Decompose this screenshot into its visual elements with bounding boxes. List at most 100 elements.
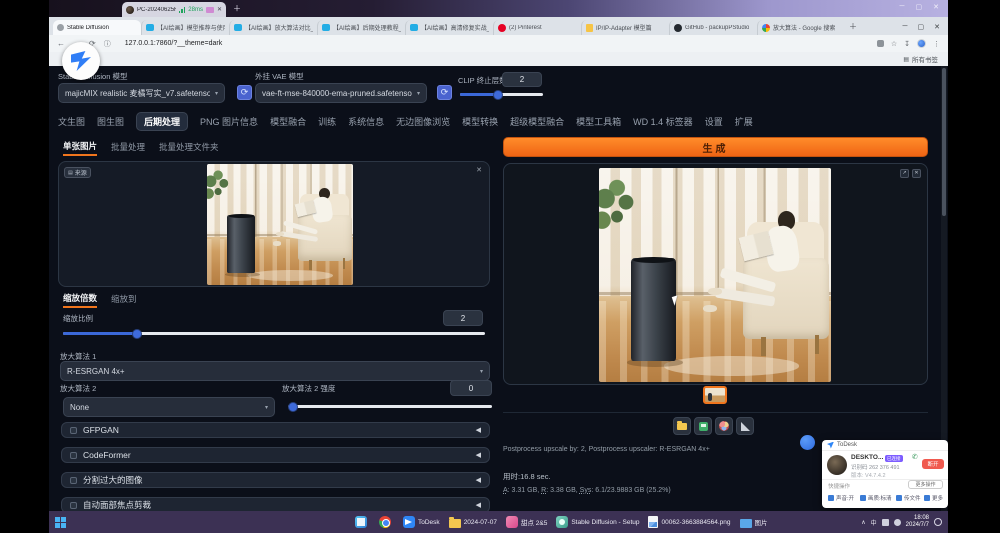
minimize-icon[interactable]: ─ <box>903 23 908 31</box>
browser-tab[interactable]: 【AI绘画】模型推荐与使用_哔哩哔哩 <box>141 20 229 35</box>
fullscreen-icon[interactable]: ↗ <box>900 169 909 178</box>
accordion-auto-face-crop[interactable]: 自动面部焦点剪裁 ◀ <box>61 497 490 511</box>
todesk-quick-quality[interactable]: 画质:标清 <box>860 494 892 502</box>
back-icon[interactable]: ← <box>57 39 65 48</box>
start-button[interactable] <box>55 517 66 528</box>
vae-refresh-button[interactable]: ⟳ <box>437 85 452 100</box>
maximize-icon[interactable]: ▢ <box>918 23 925 31</box>
todesk-quick-more[interactable]: 更多 <box>924 494 943 502</box>
new-tab-button[interactable]: ＋ <box>849 21 857 32</box>
tab-model-convert[interactable]: 模型转换 <box>462 113 498 130</box>
scrollbar-thumb[interactable] <box>942 68 946 216</box>
extensions-icon[interactable] <box>877 40 884 47</box>
tab-extras[interactable]: 后期处理 <box>136 112 188 131</box>
close-icon[interactable]: ✕ <box>934 23 940 31</box>
generate-button[interactable]: 生成 <box>503 137 928 157</box>
taskbar-image-file[interactable]: 00062-3663884564.png <box>648 516 730 528</box>
maximize-icon[interactable]: ▢ <box>916 3 923 11</box>
upscaler2-strength-value[interactable]: 0 <box>450 380 492 396</box>
tab-img2img[interactable]: 图生图 <box>97 113 124 130</box>
tray-expand-icon[interactable]: ∧ <box>861 519 865 526</box>
browser-tab[interactable]: 【AI绘画】高清修复实战_哔哩哔哩 <box>405 20 493 35</box>
new-session-button[interactable]: ＋ <box>233 3 241 14</box>
accordion-split-oversized[interactable]: 分割过大的图像 ◀ <box>61 472 490 488</box>
todesk-disconnect-button[interactable]: 断开 <box>922 459 944 469</box>
ime-indicator[interactable]: 中 <box>871 518 877 527</box>
taskbar-todesk[interactable]: ToDesk <box>403 516 440 528</box>
subtab-single-image[interactable]: 单张图片 <box>63 140 97 156</box>
taskbar-folder[interactable]: 2024-07-07 <box>449 517 497 528</box>
tab-sysinfo[interactable]: 系统信息 <box>348 113 384 130</box>
browser-tab[interactable]: IP/IP-Adapter 模型篇 <box>581 20 669 35</box>
upscaler2-dropdown[interactable]: None ▾ <box>63 397 275 417</box>
checkbox-icon[interactable] <box>70 452 77 459</box>
phone-icon[interactable]: ✆ <box>912 453 918 461</box>
taskbar-pictures[interactable]: 图片 <box>740 517 768 528</box>
upscaler1-dropdown[interactable]: R-ESRGAN 4x+ ▾ <box>60 361 490 381</box>
browser-tab[interactable]: GitHub - packupPStudio <box>669 20 757 35</box>
tab-merge[interactable]: 模型融合 <box>270 113 306 130</box>
notification-icon[interactable] <box>934 518 942 526</box>
taskbar-clock[interactable]: 18:08 2024/7/7 <box>906 515 929 530</box>
checkbox-icon[interactable] <box>70 477 77 484</box>
gallery-thumbnail-selected[interactable] <box>703 386 727 404</box>
tab-infinite-browser[interactable]: 无边图像浏览 <box>396 113 450 130</box>
browser-tab[interactable]: (2) Pinterest <box>493 20 581 35</box>
remote-session-tab[interactable]: PC-20240625HFPL 28ms ✕ <box>122 2 226 17</box>
browser-tab[interactable]: 【AI绘画】放大算法对比_哔哩哔哩 <box>229 20 317 35</box>
tab-train[interactable]: 训练 <box>318 113 336 130</box>
model-refresh-button[interactable]: ⟳ <box>237 85 252 100</box>
send-to-extras-button[interactable] <box>715 417 733 435</box>
close-icon[interactable]: ✕ <box>933 3 939 11</box>
scale-ratio-value[interactable]: 2 <box>443 310 483 326</box>
checkbox-icon[interactable] <box>70 427 77 434</box>
subtab-batch-folder[interactable]: 批量处理文件夹 <box>159 141 219 155</box>
todesk-quick-sound[interactable]: 声音:开 <box>828 494 854 502</box>
slider-knob[interactable] <box>288 402 298 412</box>
tab-txt2img[interactable]: 文生图 <box>58 113 85 130</box>
taskbar-widgets[interactable] <box>355 516 370 528</box>
tab-settings[interactable]: 设置 <box>705 113 723 130</box>
session-close-icon[interactable]: ✕ <box>217 6 222 13</box>
clear-image-icon[interactable]: ✕ <box>476 166 482 174</box>
source-image-dropzone[interactable]: ▤ 来源 ✕ <box>58 161 490 287</box>
browser-tab-active[interactable]: Stable Diffusion <box>53 20 141 35</box>
taskbar-chrome[interactable] <box>379 516 394 528</box>
save-image-button[interactable] <box>694 417 712 435</box>
network-icon[interactable] <box>894 519 901 526</box>
todesk-more-button[interactable]: 更多操作 <box>908 480 943 489</box>
download-icon[interactable]: ↧ <box>904 40 910 48</box>
browser-tab[interactable]: 【AI绘画】后期处理教程_哔哩哔哩 <box>317 20 405 35</box>
taskbar-pink-app[interactable]: 甜点 2&5 <box>506 516 547 528</box>
vae-dropdown[interactable]: vae-ft-mse-840000-ema-pruned.safetensors… <box>255 83 427 103</box>
todesk-quick-file[interactable]: 传文件 <box>896 494 921 502</box>
slider-knob[interactable] <box>493 90 503 100</box>
subtab-batch[interactable]: 批量处理 <box>111 141 145 155</box>
accordion-codeformer[interactable]: CodeFormer ◀ <box>61 447 490 463</box>
tab-wd-tagger[interactable]: WD 1.4 标签器 <box>633 113 693 130</box>
subtab-scale-to[interactable]: 缩放到 <box>111 293 137 307</box>
subtab-scale-by[interactable]: 缩放倍数 <box>63 292 97 308</box>
upscaler2-strength-slider[interactable] <box>288 405 492 408</box>
browser-menu-icon[interactable]: ⋮ <box>933 40 940 48</box>
volume-icon[interactable] <box>882 519 889 526</box>
tab-super-merge[interactable]: 超级模型融合 <box>510 113 564 130</box>
all-bookmarks-label[interactable]: 所有书签 <box>912 54 938 64</box>
tab-model-toolkit[interactable]: 模型工具箱 <box>576 113 621 130</box>
floating-ball[interactable] <box>62 42 100 80</box>
url-field[interactable]: 127.0.0.1:7860/?__theme=dark <box>125 40 223 47</box>
site-info-icon[interactable]: ⓘ <box>104 39 111 49</box>
resize-tool-button[interactable] <box>736 417 754 435</box>
scale-ratio-slider[interactable] <box>63 332 485 335</box>
floating-badge[interactable] <box>800 435 815 450</box>
open-folder-button[interactable] <box>673 417 691 435</box>
profile-avatar[interactable] <box>917 39 926 48</box>
taskbar-sd-setup[interactable]: Stable Diffusion - Setup <box>556 516 639 528</box>
close-gallery-icon[interactable]: ✕ <box>912 169 921 178</box>
accordion-gfpgan[interactable]: GFPGAN ◀ <box>61 422 490 438</box>
browser-tab[interactable]: 放大算法 - Google 搜索 <box>757 20 845 35</box>
tab-pnginfo[interactable]: PNG 图片信息 <box>200 113 258 130</box>
checkbox-icon[interactable] <box>70 502 77 509</box>
model-dropdown[interactable]: majicMIX realistic 麦橘写实_v7.safetensors [… <box>58 83 225 103</box>
slider-knob[interactable] <box>132 329 142 339</box>
